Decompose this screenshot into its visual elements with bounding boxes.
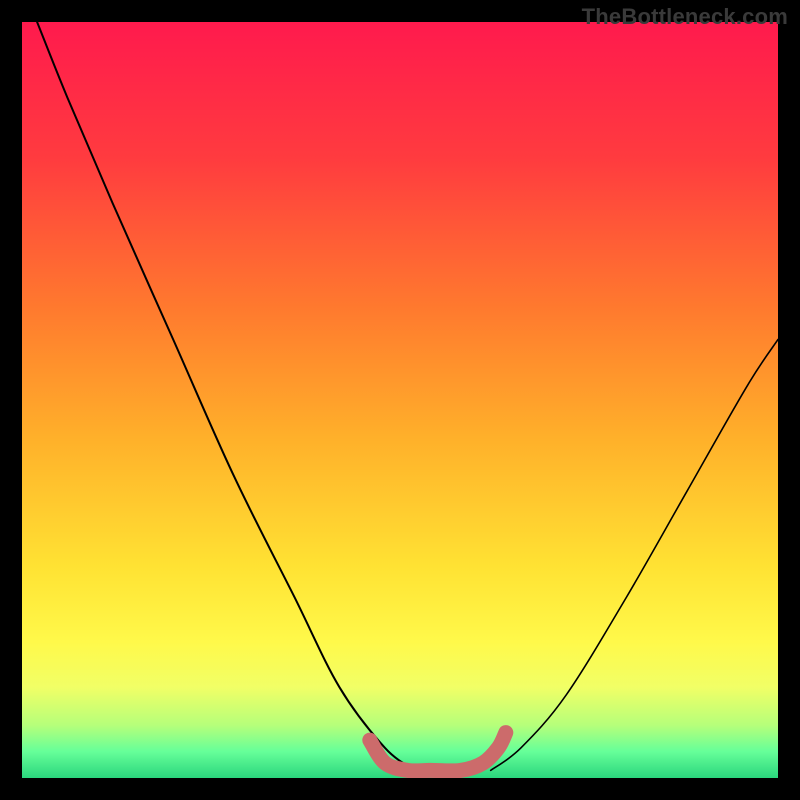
curve-left-path (37, 22, 415, 770)
chart-overlay (22, 22, 778, 778)
chart-frame (22, 22, 778, 778)
watermark-text: TheBottleneck.com (582, 4, 788, 30)
curve-right-path (491, 340, 778, 771)
